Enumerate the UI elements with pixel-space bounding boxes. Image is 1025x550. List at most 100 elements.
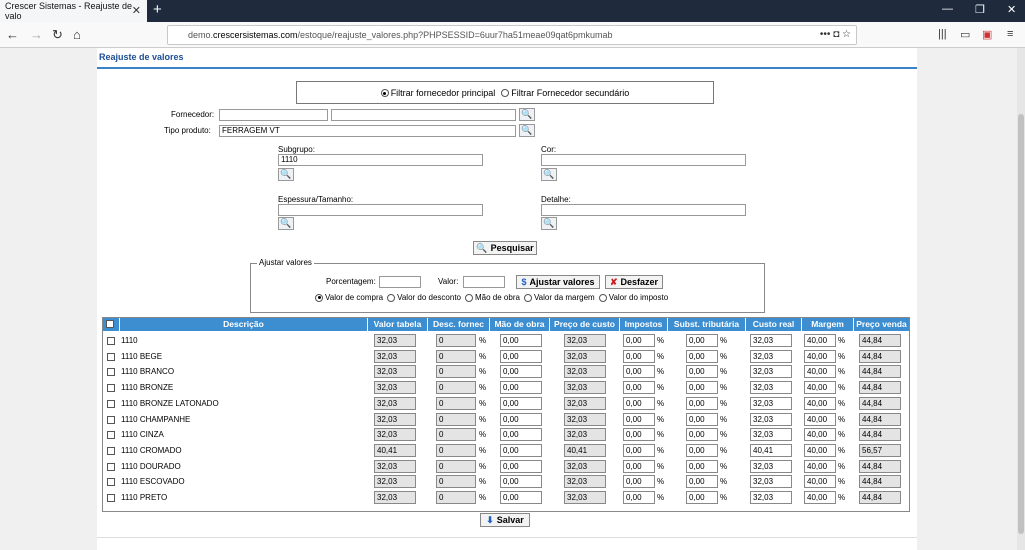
mao-obra-input[interactable]: 0,00 xyxy=(500,428,542,442)
impostos-input[interactable]: 0,00 xyxy=(623,396,655,410)
custo-real-input[interactable]: 32,03 xyxy=(750,334,792,347)
subst-tributaria-input[interactable]: 0,00 xyxy=(686,491,718,504)
espessura-input[interactable] xyxy=(278,204,483,216)
row-checkbox[interactable] xyxy=(107,462,115,471)
ajustar-valores-button[interactable]: $ Ajustar valores xyxy=(516,275,600,289)
page-actions-icon[interactable]: ••• ◘ ☆ xyxy=(820,29,851,40)
mao-obra-input[interactable]: 0,00 xyxy=(500,475,542,489)
search-detalhe-icon[interactable]: 🔍 xyxy=(541,217,557,230)
row-checkbox[interactable] xyxy=(107,446,115,455)
detalhe-input[interactable] xyxy=(541,204,746,216)
radio-icon[interactable] xyxy=(315,293,323,302)
margem-input[interactable]: 40,00 xyxy=(804,428,836,442)
valor-input[interactable] xyxy=(463,276,505,288)
pesquisar-button[interactable]: 🔍 Pesquisar xyxy=(473,241,537,255)
row-checkbox[interactable] xyxy=(107,337,115,345)
subst-tributaria-input[interactable]: 0,00 xyxy=(686,428,718,442)
custo-real-input[interactable]: 32,03 xyxy=(750,349,792,363)
row-checkbox[interactable] xyxy=(107,431,115,440)
subst-tributaria-input[interactable]: 0,00 xyxy=(686,412,718,426)
subst-tributaria-input[interactable]: 0,00 xyxy=(686,459,718,473)
radio-icon[interactable] xyxy=(501,89,510,98)
margem-input[interactable]: 40,00 xyxy=(804,349,836,363)
opt-obra[interactable]: Mão de obra xyxy=(465,293,520,302)
mao-obra-input[interactable]: 0,00 xyxy=(500,396,542,410)
impostos-input[interactable]: 0,00 xyxy=(623,443,655,457)
opt-margem[interactable]: Valor da margem xyxy=(523,293,595,302)
radio-icon[interactable] xyxy=(387,293,396,302)
margem-input[interactable]: 40,00 xyxy=(804,475,836,489)
radio-icon[interactable] xyxy=(380,89,389,98)
mao-obra-input[interactable]: 0,00 xyxy=(500,491,542,504)
forward-icon[interactable]: → xyxy=(30,27,43,42)
subst-tributaria-input[interactable]: 0,00 xyxy=(686,443,718,457)
mao-obra-input[interactable]: 0,00 xyxy=(500,443,542,457)
row-checkbox[interactable] xyxy=(107,399,115,408)
scrollbar[interactable] xyxy=(1017,48,1025,550)
subst-tributaria-input[interactable]: 0,00 xyxy=(686,396,718,410)
cor-input[interactable] xyxy=(541,154,746,166)
margem-input[interactable]: 40,00 xyxy=(804,396,836,410)
opt-imposto[interactable]: Valor do imposto xyxy=(598,293,668,302)
search-fornecedor-icon[interactable]: 🔍 xyxy=(519,108,535,121)
custo-real-input[interactable]: 32,03 xyxy=(750,412,792,426)
fornecedor-name-input[interactable] xyxy=(331,109,516,121)
mao-obra-input[interactable]: 0,00 xyxy=(500,365,542,379)
impostos-input[interactable]: 0,00 xyxy=(623,365,655,379)
impostos-input[interactable]: 0,00 xyxy=(623,475,655,489)
radio-icon[interactable] xyxy=(523,293,532,302)
custo-real-input[interactable]: 32,03 xyxy=(750,381,792,395)
filter-secundario-option[interactable]: Filtrar Fornecedor secundário xyxy=(501,88,629,98)
salvar-button[interactable]: ⬇ Salvar xyxy=(480,513,530,527)
porcentagem-input[interactable] xyxy=(379,276,421,288)
search-cor-icon[interactable]: 🔍 xyxy=(541,168,557,181)
extension-icon[interactable]: ▣ xyxy=(982,28,992,41)
row-checkbox[interactable] xyxy=(107,352,115,361)
row-checkbox[interactable] xyxy=(107,494,115,502)
row-checkbox[interactable] xyxy=(107,368,115,377)
margem-input[interactable]: 40,00 xyxy=(804,491,836,504)
search-subgrupo-icon[interactable]: 🔍 xyxy=(278,168,294,181)
search-tipo-icon[interactable]: 🔍 xyxy=(519,124,535,137)
custo-real-input[interactable]: 32,03 xyxy=(750,459,792,473)
browser-tab[interactable]: Crescer Sistemas - Reajuste de valo ✕ xyxy=(0,0,147,22)
menu-icon[interactable]: ≡ xyxy=(1007,28,1013,40)
subgrupo-input[interactable]: 1110 xyxy=(278,154,483,166)
margem-input[interactable]: 40,00 xyxy=(804,365,836,379)
close-tab-icon[interactable]: ✕ xyxy=(132,4,141,17)
url-bar[interactable]: demo. crescersistemas.com/estoque/reajust… xyxy=(167,25,857,45)
impostos-input[interactable]: 0,00 xyxy=(623,428,655,442)
home-icon[interactable]: ⌂ xyxy=(73,27,81,42)
opt-desconto[interactable]: Valor do desconto xyxy=(387,293,461,302)
custo-real-input[interactable]: 32,03 xyxy=(750,428,792,442)
row-checkbox[interactable] xyxy=(107,384,115,393)
row-checkbox[interactable] xyxy=(107,415,115,424)
radio-icon[interactable] xyxy=(465,293,474,302)
scrollbar-thumb[interactable] xyxy=(1018,114,1024,534)
impostos-input[interactable]: 0,00 xyxy=(623,381,655,395)
custo-real-input[interactable]: 40,41 xyxy=(750,443,792,457)
new-tab-icon[interactable]: + xyxy=(153,1,162,18)
row-checkbox[interactable] xyxy=(107,478,115,487)
radio-icon[interactable] xyxy=(598,293,607,302)
margem-input[interactable]: 40,00 xyxy=(804,443,836,457)
select-all-checkbox[interactable] xyxy=(106,320,114,328)
fornecedor-code-input[interactable] xyxy=(219,109,328,121)
reload-icon[interactable]: ↻ xyxy=(52,27,63,43)
custo-real-input[interactable]: 32,03 xyxy=(750,475,792,489)
impostos-input[interactable]: 0,00 xyxy=(623,459,655,473)
mao-obra-input[interactable]: 0,00 xyxy=(500,381,542,395)
impostos-input[interactable]: 0,00 xyxy=(623,349,655,363)
margem-input[interactable]: 40,00 xyxy=(804,381,836,395)
mao-obra-input[interactable]: 0,00 xyxy=(500,412,542,426)
mao-obra-input[interactable]: 0,00 xyxy=(500,459,542,473)
restore-icon[interactable]: ❐ xyxy=(975,3,985,16)
filter-principal-option[interactable]: Filtrar fornecedor principal xyxy=(380,88,495,98)
back-icon[interactable]: ← xyxy=(6,27,19,42)
custo-real-input[interactable]: 32,03 xyxy=(750,491,792,504)
subst-tributaria-input[interactable]: 0,00 xyxy=(686,365,718,379)
subst-tributaria-input[interactable]: 0,00 xyxy=(686,334,718,347)
subst-tributaria-input[interactable]: 0,00 xyxy=(686,475,718,489)
close-window-icon[interactable]: ✕ xyxy=(1007,3,1016,16)
margem-input[interactable]: 40,00 xyxy=(804,459,836,473)
